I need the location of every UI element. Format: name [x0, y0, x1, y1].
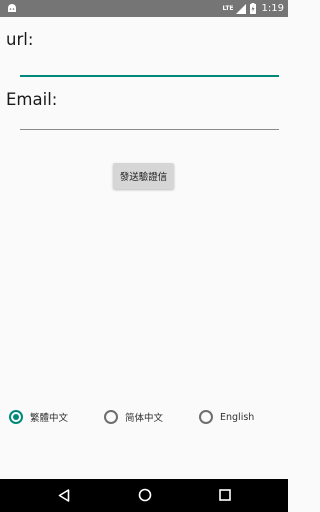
- url-input-underline: [20, 75, 279, 77]
- network-type: LTE: [222, 4, 234, 12]
- url-label: url:: [6, 30, 34, 49]
- signal-icon: [235, 3, 246, 14]
- radio-label: 简体中文: [125, 413, 164, 424]
- url-input[interactable]: [20, 54, 279, 74]
- send-verification-button[interactable]: 發送驗證信: [113, 163, 174, 189]
- radio-button[interactable]: [104, 410, 118, 424]
- email-input[interactable]: [20, 109, 279, 129]
- status-indicators: LTE 1:19: [222, 0, 284, 17]
- status-bar: LTE 1:19: [0, 0, 288, 17]
- radio-traditional-chinese[interactable]: 繁體中文: [9, 409, 68, 425]
- radio-english[interactable]: English: [199, 409, 254, 425]
- home-icon[interactable]: [138, 488, 152, 502]
- battery-icon: [249, 3, 256, 14]
- android-icon: [8, 4, 16, 12]
- radio-button[interactable]: [199, 410, 213, 424]
- email-input-underline: [20, 129, 279, 130]
- radio-label: English: [220, 411, 255, 423]
- radio-button-checked[interactable]: [9, 410, 23, 424]
- navigation-bar: [0, 479, 288, 512]
- email-label: Email:: [6, 90, 58, 109]
- clock: 1:19: [261, 3, 284, 14]
- recent-apps-icon[interactable]: [219, 489, 231, 501]
- radio-label: 繁體中文: [30, 413, 69, 424]
- back-icon[interactable]: [58, 489, 70, 502]
- radio-simplified-chinese[interactable]: 简体中文: [104, 409, 163, 425]
- language-radio-group: 繁體中文 简体中文 English: [0, 409, 288, 425]
